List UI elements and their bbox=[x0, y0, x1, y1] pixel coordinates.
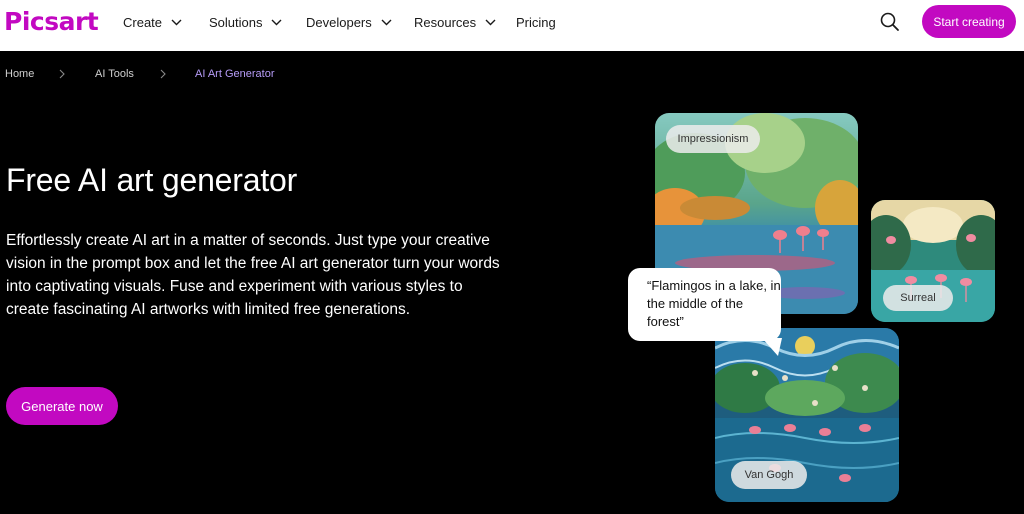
chevron-down-icon bbox=[171, 19, 182, 26]
nav-solutions[interactable]: Solutions bbox=[209, 15, 282, 30]
breadcrumb-current-page: AI Art Generator bbox=[195, 68, 275, 80]
search-icon[interactable] bbox=[879, 11, 901, 33]
chevron-down-icon bbox=[271, 19, 282, 26]
nav-create-label: Create bbox=[123, 15, 163, 30]
style-label-van-gogh: Van Gogh bbox=[731, 461, 807, 489]
style-label-impressionism: Impressionism bbox=[666, 125, 760, 153]
nav-resources-label: Resources bbox=[414, 15, 477, 30]
chevron-down-icon bbox=[381, 19, 392, 26]
nav-developers-label: Developers bbox=[306, 15, 372, 30]
breadcrumb-home[interactable]: Home bbox=[5, 68, 34, 80]
breadcrumb-ai-tools[interactable]: AI Tools bbox=[95, 68, 134, 80]
page-title: Free AI art generator bbox=[6, 162, 298, 198]
nav-pricing[interactable]: Pricing bbox=[516, 15, 556, 30]
chevron-right-icon bbox=[59, 69, 65, 79]
hero-description: Effortlessly create AI art in a matter o… bbox=[6, 232, 500, 318]
generate-now-button[interactable]: Generate now bbox=[6, 387, 118, 425]
chevron-right-icon bbox=[160, 69, 166, 79]
nav-solutions-label: Solutions bbox=[209, 15, 263, 30]
speech-bubble-tail bbox=[762, 338, 782, 356]
nav-pricing-label: Pricing bbox=[516, 15, 556, 30]
prompt-quote-bubble: “Flamingos in a lake, in the middle of t… bbox=[628, 268, 781, 341]
chevron-down-icon bbox=[485, 19, 496, 26]
nav-create[interactable]: Create bbox=[123, 15, 182, 30]
style-label-surreal: Surreal bbox=[883, 285, 953, 311]
picsart-logo[interactable]: Picsart bbox=[4, 7, 99, 36]
nav-resources[interactable]: Resources bbox=[414, 15, 496, 30]
start-creating-button[interactable]: Start creating bbox=[922, 5, 1016, 38]
top-navigation: Picsart Create Solutions Developers Reso… bbox=[0, 0, 1024, 51]
nav-developers[interactable]: Developers bbox=[306, 15, 392, 30]
